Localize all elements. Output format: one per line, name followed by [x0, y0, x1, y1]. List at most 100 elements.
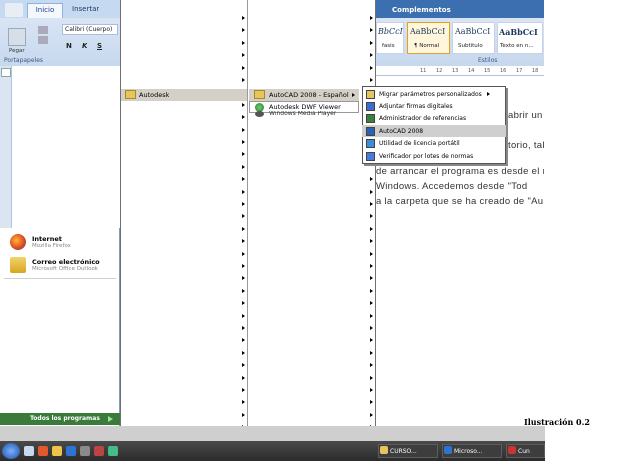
app-icon[interactable]: [108, 446, 118, 456]
ruler-number: 15: [484, 68, 491, 74]
submenu-arrow-icon: [370, 338, 373, 343]
submenu-arrow-icon: [242, 202, 245, 206]
submenu-arrow-icon: [370, 412, 373, 417]
submenu-arrow-icon: [370, 53, 373, 58]
pinned-correo-subtitle: Microsoft Office Outlook: [32, 266, 98, 272]
submenu-item-label: Verificador por lotes de normas: [379, 152, 474, 160]
taskbar-button-cun-label: Cun: [518, 448, 530, 455]
submenu-item-icon: [366, 126, 375, 136]
submenu-arrow-icon: [370, 400, 373, 405]
programs-menu-column-1: [120, 0, 248, 461]
submenu-arrow-icon: [242, 288, 245, 293]
paste-label: Pegar: [9, 48, 25, 54]
submenu-item-label: Utilidad de licencia portátil: [379, 140, 460, 148]
tab-inicio[interactable]: Inicio: [27, 3, 63, 18]
submenu-arrow-icon: [352, 93, 355, 97]
taskbar-button-microsoft-label: Microso...: [454, 448, 483, 455]
submenu-arrow-icon: [242, 65, 245, 70]
menu-item-autodesk-label: Autodesk: [139, 91, 170, 99]
submenu-item-label: Migrar parámetros personalizados: [379, 90, 482, 98]
app-icon[interactable]: [80, 446, 90, 456]
divider: [4, 278, 116, 279]
doc-line: abrir un pr: [508, 110, 544, 121]
ruler-number: 18: [532, 68, 539, 74]
submenu-arrow-icon: [370, 375, 373, 380]
show-desktop-icon[interactable]: [24, 446, 34, 456]
submenu-arrow-icon: [370, 239, 373, 244]
firefox-icon[interactable]: [38, 446, 48, 456]
menu-item-media-player[interactable]: Windows Media Player: [269, 111, 336, 118]
submenu-arrow-icon: [242, 338, 245, 343]
italic-button[interactable]: K: [82, 42, 87, 50]
style-subtitulo-name: Subtítulo: [458, 43, 483, 49]
submenu-arrow-icon: [370, 288, 373, 293]
submenu-arrow-icon: [487, 92, 490, 96]
submenu-arrow-icon: [242, 53, 245, 58]
submenu-arrow-icon: [370, 313, 373, 318]
submenu-arrow-icon: [242, 375, 245, 380]
submenu-arrow-icon: [370, 363, 373, 368]
submenu-arrow-icon: [242, 140, 245, 144]
ruler-toggle-button[interactable]: [1, 68, 11, 77]
submenu-arrow-icon: [242, 78, 245, 82]
submenu-arrow-icon: [242, 350, 245, 355]
copy-icon[interactable]: [38, 36, 48, 44]
clipboard-group-label: Portapapeles: [4, 57, 44, 64]
submenu-arrow-icon: [370, 28, 373, 33]
paste-icon[interactable]: [8, 28, 26, 46]
underline-button[interactable]: S: [97, 42, 102, 50]
menu-item-autocad-folder-label: AutoCAD 2008 - Español: [269, 91, 349, 99]
submenu-arrow-icon: [242, 28, 245, 33]
app-icon: [508, 446, 516, 454]
pinned-internet-subtitle: Mozilla Firefox: [32, 243, 71, 249]
bold-button[interactable]: N: [66, 42, 72, 50]
doc-line: de arrancar el programa es desde el m: [376, 166, 544, 177]
submenu-arrow-icon: [242, 412, 245, 417]
submenu-arrow-icon: [242, 115, 245, 120]
all-programs-arrow-icon: [108, 416, 113, 422]
firefox-icon: [10, 234, 26, 250]
submenu-item-label: Adjuntar firmas digitales: [379, 102, 453, 110]
submenu-arrow-icon: [242, 326, 245, 330]
tab-complementos[interactable]: Complementos: [392, 6, 451, 14]
style-normal-name: ¶ Normal: [414, 43, 440, 49]
ruler-number: 12: [436, 68, 443, 74]
programs-menu-column-2: [248, 0, 376, 461]
submenu-arrow-icon: [370, 189, 373, 194]
submenu-arrow-icon: [370, 388, 373, 392]
app-icon[interactable]: [94, 446, 104, 456]
submenu-arrow-icon: [242, 313, 245, 318]
pinned-correo-title[interactable]: Correo electrónico: [32, 258, 100, 266]
submenu-arrow-icon: [242, 301, 245, 306]
outlook-icon[interactable]: [52, 446, 62, 456]
submenu-item-icon: [366, 151, 375, 161]
tab-insertar[interactable]: Insertar: [72, 5, 99, 13]
office-button[interactable]: [5, 3, 23, 17]
start-button[interactable]: [2, 443, 20, 459]
submenu-item-icon: [366, 139, 375, 149]
style-subtitulo-sample: AaBbCcI: [455, 27, 491, 36]
submenu-arrow-icon: [370, 177, 373, 182]
submenu-arrow-icon: [242, 189, 245, 194]
submenu-arrow-icon: [242, 214, 245, 219]
submenu-arrow-icon: [242, 251, 245, 256]
folder-icon: [254, 90, 265, 99]
submenu-arrow-icon: [370, 214, 373, 219]
submenu-arrow-icon: [242, 40, 245, 45]
font-name-select[interactable]: Calibri (Cuerpo): [62, 24, 118, 35]
submenu-arrow-icon: [242, 226, 245, 231]
submenu-arrow-icon: [242, 127, 245, 132]
submenu-arrow-icon: [370, 16, 373, 20]
submenu-arrow-icon: [370, 276, 373, 281]
pinned-internet-title[interactable]: Internet: [32, 235, 62, 243]
ruler-number: 14: [468, 68, 475, 74]
word-icon[interactable]: [66, 446, 76, 456]
cut-icon[interactable]: [38, 26, 48, 34]
submenu-arrow-icon: [242, 16, 245, 20]
style-texto-sample: AaBbCcI: [499, 27, 538, 37]
ruler-number: 13: [452, 68, 459, 74]
ruler-number: 16: [500, 68, 507, 74]
style-normal-sample: AaBbCcI: [410, 27, 446, 36]
submenu-arrow-icon: [242, 164, 245, 169]
folder-icon: [125, 90, 136, 99]
